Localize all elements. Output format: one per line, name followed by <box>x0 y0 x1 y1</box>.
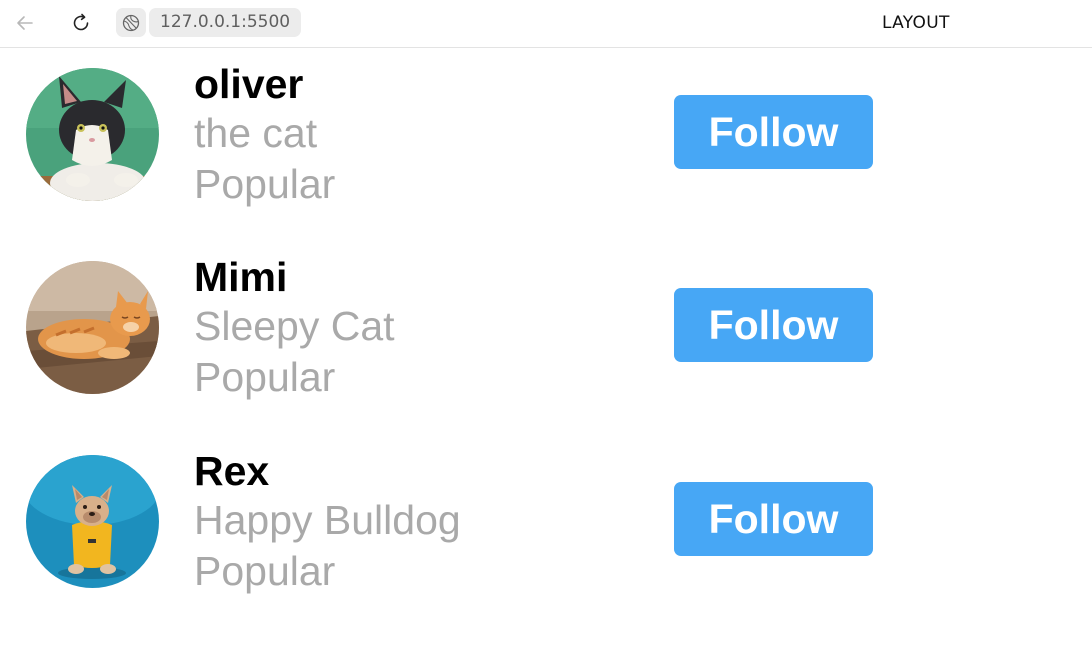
cat-photo-icon <box>26 261 159 394</box>
profile-subtitle: Happy Bulldog <box>194 497 461 543</box>
list-item: Mimi Sleepy Cat Popular Follow <box>0 241 1092 401</box>
arrow-left-icon <box>17 16 33 30</box>
cat-photo-icon <box>26 68 159 201</box>
profile-text: Mimi Sleepy Cat Popular <box>194 253 395 403</box>
profile-name: Rex <box>194 448 270 494</box>
list-item: oliver the cat Popular Follow <box>0 48 1092 208</box>
profile-text: Rex Happy Bulldog Popular <box>194 447 461 597</box>
reload-button[interactable] <box>66 8 96 38</box>
follow-button[interactable]: Follow <box>674 482 873 556</box>
dog-photo-icon <box>26 455 159 588</box>
browser-toolbar: 127.0.0.1:5500 LAYOUT <box>0 0 1092 48</box>
toolbar-title: LAYOUT <box>882 13 950 33</box>
site-info-button[interactable] <box>116 8 146 37</box>
list-item: Rex Happy Bulldog Popular Follow <box>0 435 1092 595</box>
avatar <box>26 68 159 201</box>
back-button[interactable] <box>10 8 40 38</box>
profile-status: Popular <box>194 161 336 207</box>
address-bar[interactable]: 127.0.0.1:5500 <box>149 8 302 37</box>
profile-name: Mimi <box>194 254 288 300</box>
follow-button[interactable]: Follow <box>674 95 873 169</box>
profile-subtitle: Sleepy Cat <box>194 303 395 349</box>
globe-icon <box>122 14 140 31</box>
avatar <box>26 455 159 588</box>
follow-button[interactable]: Follow <box>674 288 873 362</box>
avatar <box>26 261 159 394</box>
profile-status: Popular <box>194 354 336 400</box>
profile-status: Popular <box>194 548 336 594</box>
profile-subtitle: the cat <box>194 110 318 156</box>
profile-text: oliver the cat Popular <box>194 60 335 210</box>
reload-icon <box>73 13 89 31</box>
profile-name: oliver <box>194 61 304 107</box>
